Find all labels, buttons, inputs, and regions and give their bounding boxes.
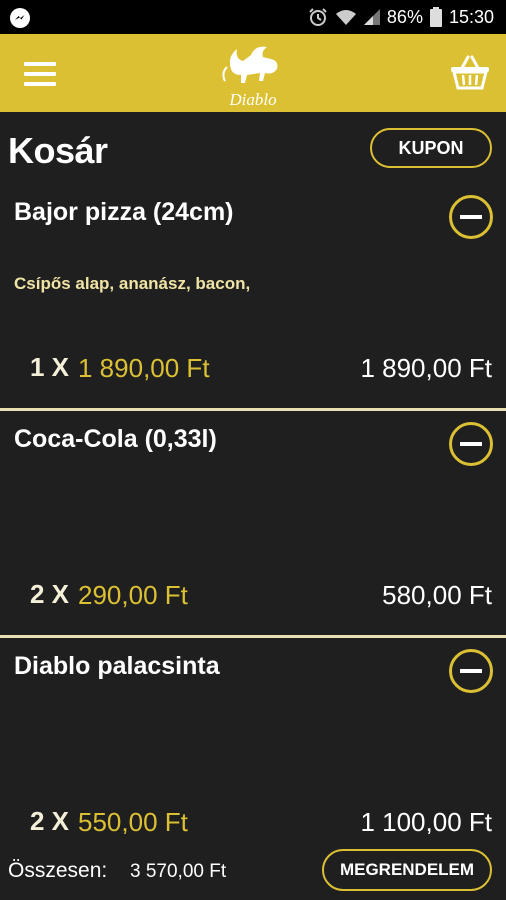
total-label: Összesen: [8,859,108,882]
order-button[interactable]: MEGRENDELEM [322,849,492,891]
remove-item-button[interactable] [449,649,493,693]
battery-percent: 86% [386,6,423,27]
item-unit-price: 1 890,00 Ft [78,353,210,383]
item-unit-price: 550,00 Ft [78,807,188,834]
item-name: Coca-Cola (0,33l) [14,425,217,453]
hamburger-menu-icon[interactable] [24,62,56,86]
basket-icon[interactable] [450,54,490,90]
signal-icon [363,9,380,25]
item-name: Bajor pizza (24cm) [14,198,234,226]
cart-item: Diablo palacsinta 2 X 550,00 Ft 1 100,00… [0,638,506,834]
item-unit-price: 290,00 Ft [78,580,188,610]
item-quantity: 2 X [30,806,70,834]
item-total: 1 100,00 Ft [360,807,492,834]
page-title: Kosár [8,130,108,171]
remove-item-button[interactable] [449,195,493,239]
remove-item-button[interactable] [449,422,493,466]
clock: 15:30 [448,6,494,27]
cart-item: Bajor pizza (24cm) Csípős alap, ananász,… [0,184,506,411]
alarm-icon [309,8,327,26]
diablo-logo: Diablo [213,39,293,109]
messenger-icon [10,8,30,28]
item-quantity: 2 X [30,579,70,609]
cart-footer: Összesen: 3 570,00 Ft MEGRENDELEM [0,834,506,900]
item-quantity: 1 X [30,352,70,382]
cart-item: Coca-Cola (0,33l) 2 X 290,00 Ft 580,00 F… [0,411,506,638]
item-total: 580,00 Ft [382,580,492,610]
battery-icon [429,7,442,27]
item-total: 1 890,00 Ft [360,353,492,383]
coupon-button[interactable]: KUPON [370,128,492,168]
logo-text: Diablo [228,90,276,109]
cart-item-list[interactable]: Bajor pizza (24cm) Csípős alap, ananász,… [0,184,506,834]
wifi-icon [335,10,356,25]
item-name: Diablo palacsinta [14,652,220,680]
total-value: 3 570,00 Ft [130,861,227,882]
cart-header: Kosár KUPON [0,112,506,184]
status-bar: 86% 15:30 [0,0,506,34]
app-bar: Diablo [0,34,506,112]
item-toppings: Csípős alap, ananász, bacon, [14,274,251,293]
